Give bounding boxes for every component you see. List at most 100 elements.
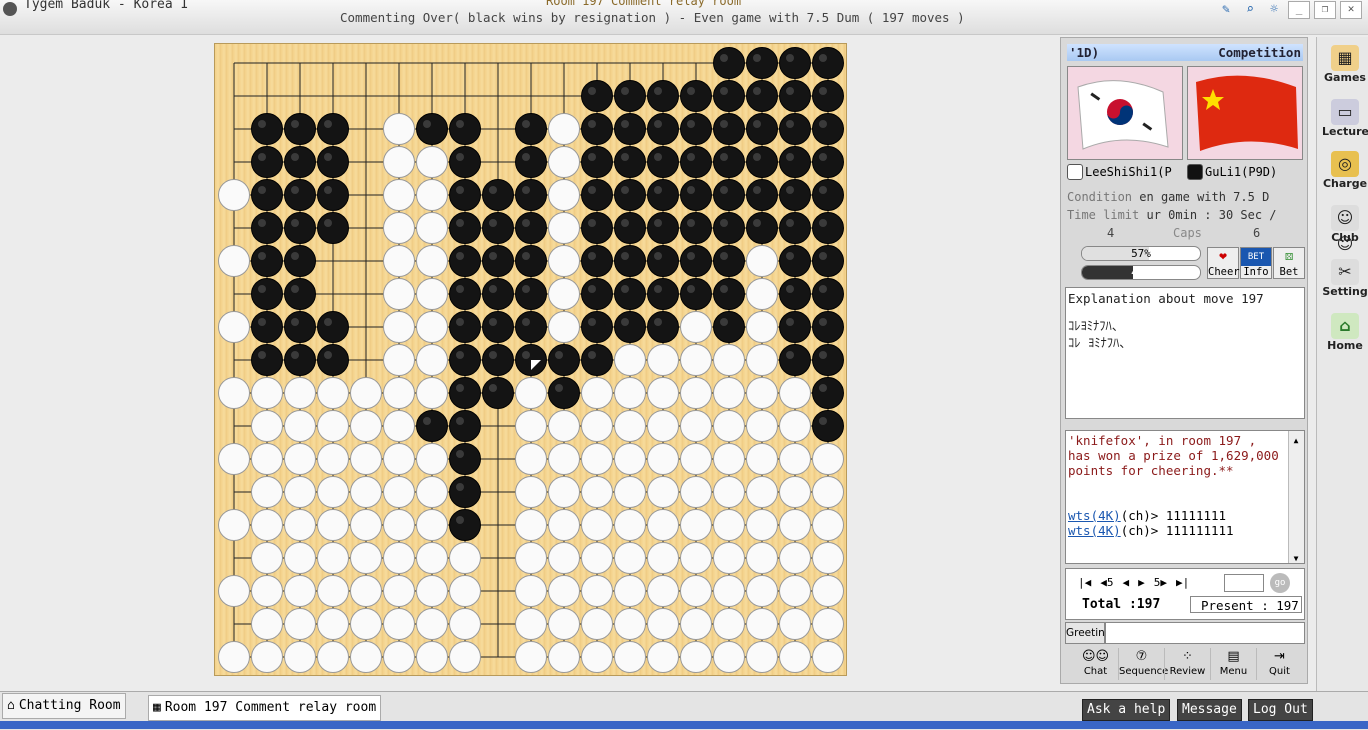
white-stone — [779, 509, 811, 541]
black-stone — [449, 278, 481, 310]
black-stone — [416, 113, 448, 145]
black-stone — [614, 113, 646, 145]
black-stone-highlight — [786, 252, 794, 260]
black-stone-highlight — [456, 450, 464, 458]
search-icon[interactable]: ⌕ — [1240, 1, 1260, 18]
tab-label: Chatting Room — [18, 698, 121, 713]
black-stone — [482, 278, 514, 310]
black-stone-highlight — [522, 252, 530, 260]
sidebar-home[interactable]: ⌂ Home — [1322, 313, 1368, 352]
white-stone — [317, 641, 349, 673]
black-player-flag — [1187, 66, 1303, 160]
menu-button[interactable]: ▤ Menu — [1210, 648, 1256, 680]
black-stone — [812, 47, 844, 79]
black-stone — [251, 146, 283, 178]
message-button[interactable]: Message — [1177, 699, 1242, 721]
white-stone — [680, 575, 712, 607]
black-stone — [812, 80, 844, 112]
black-stone — [251, 245, 283, 277]
black-stone — [779, 311, 811, 343]
quit-button[interactable]: ⇥ Quit — [1256, 648, 1302, 680]
black-stone — [284, 146, 316, 178]
last-move-button[interactable]: ▶| — [1176, 576, 1189, 589]
greeting-input[interactable] — [1105, 622, 1305, 644]
nav-controls: |◀ ◀5 ◀ ▶ 5▶ ▶| — [1078, 576, 1189, 589]
sidebar-charge[interactable]: ◎ Charge — [1322, 151, 1368, 190]
cheer-button[interactable]: ❤ Cheer — [1207, 247, 1240, 279]
black-stone-highlight — [324, 219, 332, 227]
next-move-button[interactable]: ▶ — [1138, 576, 1145, 589]
white-stone — [713, 575, 745, 607]
back-5-button[interactable]: ◀5 — [1100, 576, 1113, 589]
ask-help-button[interactable]: Ask a help — [1082, 699, 1171, 721]
black-stone-highlight — [720, 219, 728, 227]
black-stone — [680, 278, 712, 310]
black-stone-highlight — [291, 186, 299, 194]
tab-room-197[interactable]: ▦ Room 197 Comment relay room — [148, 695, 382, 721]
scroll-down-icon[interactable]: ▼ — [1291, 551, 1301, 563]
minimize-button[interactable]: _ — [1288, 1, 1310, 19]
edit-icon[interactable]: ✎ — [1216, 1, 1236, 18]
black-stone-highlight — [687, 285, 695, 293]
white-stone — [251, 509, 283, 541]
white-stone — [383, 311, 415, 343]
sidebar-lecture[interactable]: ▭ Lecture — [1322, 99, 1368, 138]
chat-scrollbar[interactable]: ▲ ▼ — [1288, 431, 1304, 563]
sidebar-setting[interactable]: ✂ Setting — [1322, 259, 1368, 298]
sidebar-games[interactable]: ▦ Games — [1322, 45, 1368, 84]
hint-bulb-icon[interactable]: ☼ — [1264, 1, 1284, 18]
black-stone-highlight — [324, 153, 332, 161]
greeting-button[interactable]: Greeting — [1065, 622, 1112, 644]
white-stone — [383, 608, 415, 640]
black-stone — [779, 146, 811, 178]
move-number-input[interactable] — [1224, 574, 1264, 592]
chat-button[interactable]: ☺☺ Chat — [1073, 648, 1118, 680]
black-stone — [713, 146, 745, 178]
white-stone — [812, 443, 844, 475]
white-stone — [614, 641, 646, 673]
forward-5-button[interactable]: 5▶ — [1154, 576, 1167, 589]
restore-button[interactable]: ❐ — [1314, 1, 1336, 19]
white-stone — [680, 476, 712, 508]
black-stone — [812, 344, 844, 376]
white-stone — [317, 410, 349, 442]
go-board[interactable] — [214, 43, 847, 676]
chat-user-link[interactable]: wts(4K) — [1068, 523, 1121, 538]
black-stone-highlight — [654, 153, 662, 161]
scroll-up-icon[interactable]: ▲ — [1291, 433, 1301, 445]
black-stone-highlight — [456, 285, 464, 293]
white-stone — [746, 509, 778, 541]
chat-log[interactable]: 'knifefox', in room 197 , has won a priz… — [1065, 430, 1305, 564]
first-move-button[interactable]: |◀ — [1078, 576, 1091, 589]
bet-button[interactable]: ⚄ Bet — [1273, 247, 1305, 279]
close-button[interactable]: ✕ — [1340, 1, 1362, 19]
white-stone — [251, 575, 283, 607]
black-stone-highlight — [654, 186, 662, 194]
chat-text: (ch)> 11111111 — [1120, 508, 1227, 523]
tab-chatting-room[interactable]: ⌂ Chatting Room — [2, 693, 126, 719]
bet-info-button[interactable]: BET Info — [1240, 247, 1272, 279]
white-stone — [680, 509, 712, 541]
black-stone-highlight — [786, 87, 794, 95]
review-button[interactable]: ⁘ Review — [1164, 648, 1210, 680]
black-player[interactable]: GuLi1(P9D) — [1187, 164, 1303, 180]
white-stone — [746, 608, 778, 640]
black-stone — [317, 344, 349, 376]
go-button[interactable]: go — [1270, 573, 1290, 593]
white-player-name: LeeShiShi1(P — [1085, 165, 1172, 179]
black-stone — [284, 245, 316, 277]
logout-button[interactable]: Log Out — [1248, 699, 1313, 721]
sidebar-club[interactable]: ☺☺ Club — [1322, 205, 1368, 253]
white-stone — [218, 575, 250, 607]
white-stone — [713, 509, 745, 541]
white-stone — [416, 608, 448, 640]
black-stone-highlight — [621, 285, 629, 293]
white-player[interactable]: LeeShiShi1(P — [1067, 164, 1183, 180]
prev-move-button[interactable]: ◀ — [1123, 576, 1130, 589]
sequence-button[interactable]: ⑦ Sequence — [1118, 648, 1168, 680]
black-stone — [713, 245, 745, 277]
white-stone — [779, 476, 811, 508]
black-stone — [317, 146, 349, 178]
chat-user-link[interactable]: wts(4K) — [1068, 508, 1121, 523]
black-stone — [449, 245, 481, 277]
